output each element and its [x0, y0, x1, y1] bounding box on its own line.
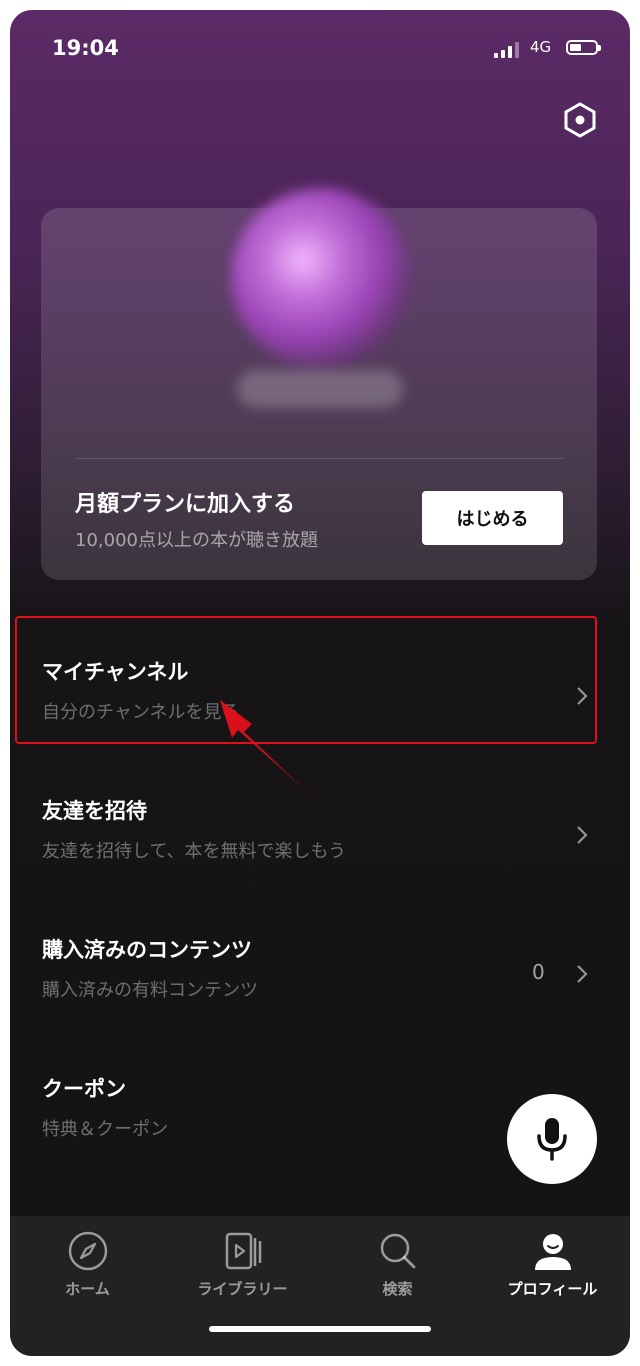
- start-button[interactable]: はじめる: [422, 491, 563, 545]
- tab-label: ホーム: [65, 1280, 110, 1298]
- tab-label: プロフィール: [507, 1280, 598, 1298]
- microphone-icon: [537, 1118, 567, 1161]
- annotation-arrow-icon: [220, 700, 318, 802]
- battery-icon: [566, 40, 601, 55]
- menu-item-title: 友達を招待: [42, 799, 147, 823]
- tab-label: ライブラリー: [197, 1280, 288, 1298]
- plan-title: 月額プランに加入する: [75, 492, 296, 517]
- menu-item-title: クーポン: [42, 1077, 126, 1101]
- subscription-card: 月額プランに加入する 10,000点以上の本が聴き放題 はじめる: [41, 188, 597, 580]
- plan-subtitle: 10,000点以上の本が聴き放題: [75, 530, 318, 551]
- network-type: 4G: [530, 38, 552, 56]
- chevron-right-icon: [577, 826, 588, 844]
- signal-icon: [494, 42, 522, 58]
- menu-item-purchased-content[interactable]: 購入済みのコンテンツ 購入済みの有料コンテンツ 0: [10, 914, 630, 1034]
- tab-home[interactable]: ホーム: [10, 1216, 165, 1316]
- card-divider: [75, 458, 563, 459]
- menu-item-title: 購入済みのコンテンツ: [42, 938, 252, 962]
- search-icon: [380, 1233, 416, 1269]
- profile-icon: [535, 1234, 571, 1270]
- bottom-tab-bar: ホーム ライブラリー 検索 プロフィール: [10, 1216, 630, 1356]
- home-indicator: [209, 1326, 431, 1332]
- avatar: [231, 188, 411, 368]
- menu-item-subtitle: 購入済みの有料コンテンツ: [42, 980, 258, 1001]
- purchased-count: 0: [532, 960, 545, 984]
- chevron-right-icon: [577, 965, 588, 983]
- voice-search-button[interactable]: [507, 1094, 597, 1184]
- tab-label: 検索: [382, 1280, 413, 1298]
- menu-item-subtitle: 特典＆クーポン: [42, 1119, 168, 1140]
- tab-library[interactable]: ライブラリー: [165, 1216, 320, 1316]
- status-time: 19:04: [52, 36, 119, 60]
- tab-search[interactable]: 検索: [320, 1216, 475, 1316]
- settings-hexagon-icon[interactable]: [560, 100, 600, 140]
- status-bar: 19:04 4G: [10, 10, 630, 80]
- library-icon: [225, 1232, 262, 1270]
- profile-name-blurred: [237, 370, 403, 408]
- tab-profile[interactable]: プロフィール: [475, 1216, 630, 1316]
- compass-icon: [68, 1231, 108, 1271]
- menu-item-subtitle: 友達を招待して、本を無料で楽しもう: [42, 841, 347, 862]
